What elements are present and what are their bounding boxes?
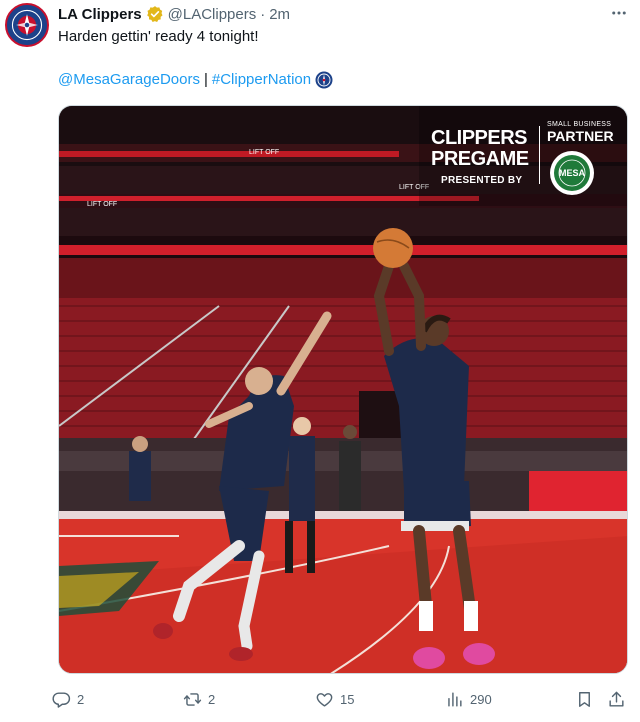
more-horizontal-icon[interactable] — [608, 2, 630, 24]
tweet-header: LA Clippers @LAClippers · 2m — [58, 4, 290, 24]
tweet-actions: 2 2 15 290 — [50, 684, 630, 714]
bookmark-button[interactable] — [575, 684, 594, 714]
reply-button[interactable]: 2 — [52, 684, 84, 714]
separator-dot: · — [260, 5, 266, 23]
overlay-title-line2: PREGAME — [431, 148, 529, 170]
timestamp[interactable]: 2m — [269, 6, 290, 23]
retweet-button[interactable]: 2 — [183, 684, 215, 714]
views-button[interactable]: 290 — [445, 684, 492, 714]
reply-icon — [52, 691, 71, 708]
like-button[interactable]: 15 — [315, 684, 354, 714]
share-button[interactable] — [607, 684, 626, 714]
mesa-logo-text: MESA — [558, 168, 585, 178]
tweet: LA Clippers @LAClippers · 2m Harden gett… — [0, 0, 640, 722]
presented-by-label: PRESENTED BY — [441, 175, 523, 186]
retweet-icon — [183, 692, 202, 706]
avatar[interactable] — [5, 3, 49, 47]
clippers-compass-icon — [315, 71, 333, 89]
tweet-links: @MesaGarageDoors | #ClipperNation — [58, 70, 333, 90]
overlay-divider — [539, 126, 540, 184]
video-media[interactable]: LIFT OFF LIFT OFF LIFT OFF CLIPPERS PREG… — [58, 105, 628, 674]
retweet-count: 2 — [208, 691, 216, 707]
display-name[interactable]: LA Clippers — [58, 6, 142, 23]
analytics-icon — [448, 691, 462, 707]
heart-icon — [316, 692, 333, 707]
pipe-separator: | — [203, 71, 208, 88]
tweet-text: Harden gettin' ready 4 tonight! — [58, 28, 259, 45]
small-business-label: SMALL BUSINESS — [547, 121, 612, 128]
pregame-overlay: CLIPPERS PREGAME PRESENTED BY SMALL BUSI… — [427, 118, 627, 198]
view-count: 290 — [470, 691, 492, 707]
partner-label: PARTNER — [547, 128, 614, 144]
reply-count: 2 — [77, 691, 85, 707]
signage-text: LIFT OFF — [87, 201, 117, 208]
hashtag-link[interactable]: #ClipperNation — [212, 70, 311, 90]
bookmark-icon — [579, 691, 590, 707]
overlay-title: CLIPPERS PREGAME — [431, 128, 529, 170]
like-count: 15 — [340, 691, 355, 707]
handle[interactable]: @LAClippers — [168, 6, 257, 23]
verified-gold-icon[interactable] — [146, 5, 164, 23]
signage-text: LIFT OFF — [249, 149, 279, 156]
overlay-title-line1: CLIPPERS — [431, 127, 528, 149]
share-icon — [609, 691, 624, 707]
clippers-logo-icon — [7, 5, 47, 45]
mention-link[interactable]: @MesaGarageDoors — [58, 70, 200, 90]
